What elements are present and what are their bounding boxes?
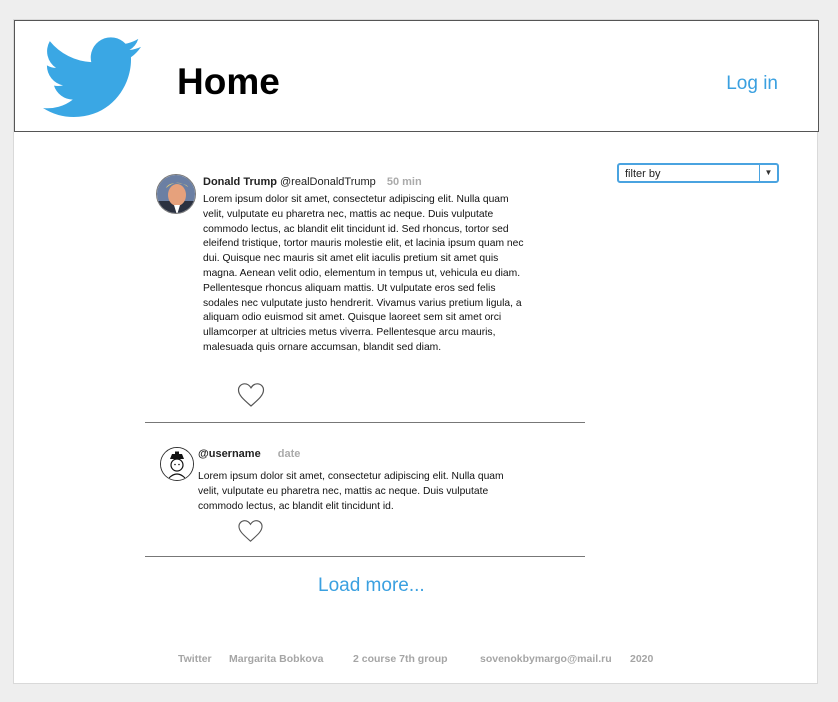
load-more-link[interactable]: Load more... <box>318 575 425 597</box>
footer-year: 2020 <box>630 653 654 665</box>
login-link[interactable]: Log in <box>726 73 778 95</box>
footer-group: 2 course 7th group <box>353 653 448 665</box>
header: Home Log in <box>14 20 819 132</box>
filter-select[interactable]: filter by ▼ <box>617 163 779 183</box>
heart-outline-icon[interactable] <box>237 519 264 543</box>
user-photo-avatar[interactable] <box>156 174 196 214</box>
footer-author: Margarita Bobkova <box>229 653 324 665</box>
footer-email[interactable]: sovenokbymargo@mail.ru <box>480 653 612 665</box>
tweet-date: 50 min <box>386 176 422 188</box>
tweet-author-name[interactable]: Donald Trump <box>203 176 277 188</box>
page-title: Home <box>177 61 280 102</box>
footer-site: Twitter <box>178 653 212 665</box>
tweet-divider <box>145 422 585 423</box>
tweet-meta: @username date <box>198 448 300 460</box>
tweet-date: date <box>277 448 301 460</box>
tweet-divider <box>145 556 585 557</box>
tweet-meta: Donald Trump @realDonaldTrump 50 min <box>203 176 422 188</box>
filter-selected-value: filter by <box>625 168 661 180</box>
tweet-text: Lorem ipsum dolor sit amet, consectetur … <box>203 194 524 353</box>
tweet-author-name[interactable]: @username <box>198 448 261 460</box>
default-user-avatar-icon[interactable] <box>160 447 194 481</box>
tweet-author-handle[interactable]: @realDonaldTrump <box>280 176 376 188</box>
user-silhouette-icon <box>161 448 193 480</box>
page-container: Home Log in filter by ▼ Donald Trump @re… <box>13 19 819 684</box>
tweet-text: Lorem ipsum dolor sit amet, consectetur … <box>198 471 504 512</box>
twitter-bird-icon[interactable] <box>43 37 141 119</box>
user-photo-icon <box>157 175 195 213</box>
heart-outline-icon[interactable] <box>237 382 265 408</box>
triangle-down-icon[interactable]: ▼ <box>759 165 777 181</box>
